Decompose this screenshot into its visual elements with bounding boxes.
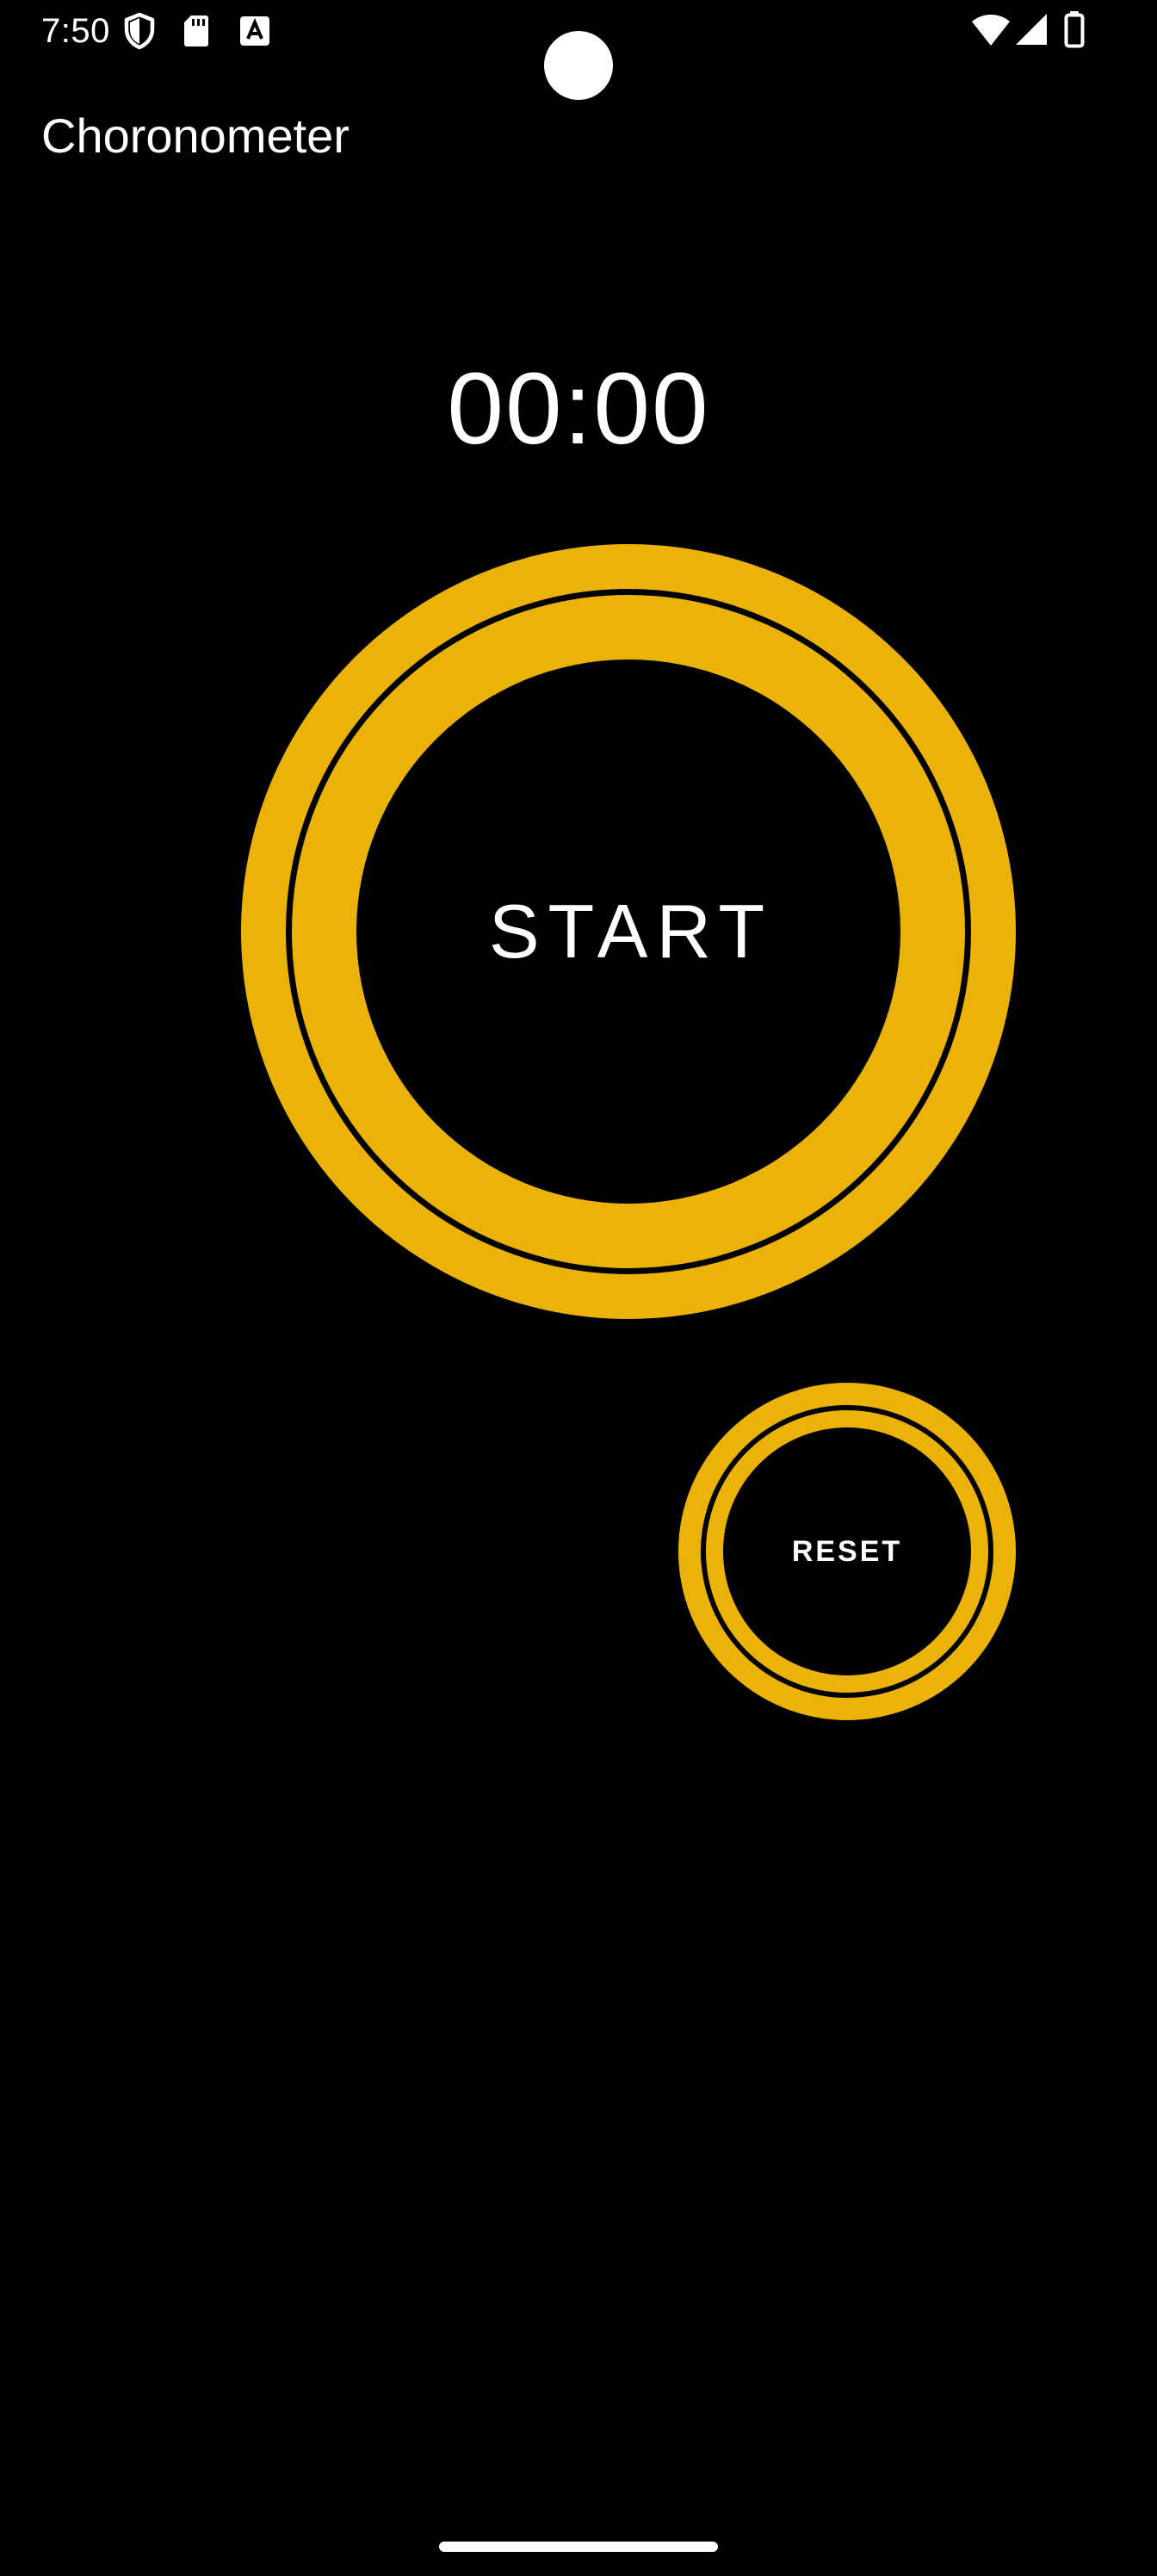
status-bar: 7:50 xyxy=(0,0,1157,100)
status-time: 7:50 xyxy=(41,12,110,50)
app-screen: 7:50 Choronometer 00:00 START RESET xyxy=(0,0,1157,2576)
signal-icon xyxy=(1016,14,1047,45)
shield-icon xyxy=(124,12,155,50)
app-title: Choronometer xyxy=(41,108,350,163)
wifi-icon xyxy=(972,15,1010,46)
start-button-core: START xyxy=(356,659,900,1204)
camera-cutout xyxy=(544,31,613,100)
start-button[interactable]: START xyxy=(241,544,1016,1319)
battery-icon xyxy=(1064,11,1085,48)
reset-button-label: RESET xyxy=(791,1534,903,1568)
gesture-nav-handle[interactable] xyxy=(439,2542,718,2552)
sd-card-icon xyxy=(184,15,208,46)
start-button-label: START xyxy=(488,889,774,974)
chronometer-display: 00:00 xyxy=(447,352,710,466)
reset-button[interactable]: RESET xyxy=(678,1383,1016,1720)
text-a-icon xyxy=(240,16,269,46)
reset-button-core: RESET xyxy=(723,1427,971,1675)
